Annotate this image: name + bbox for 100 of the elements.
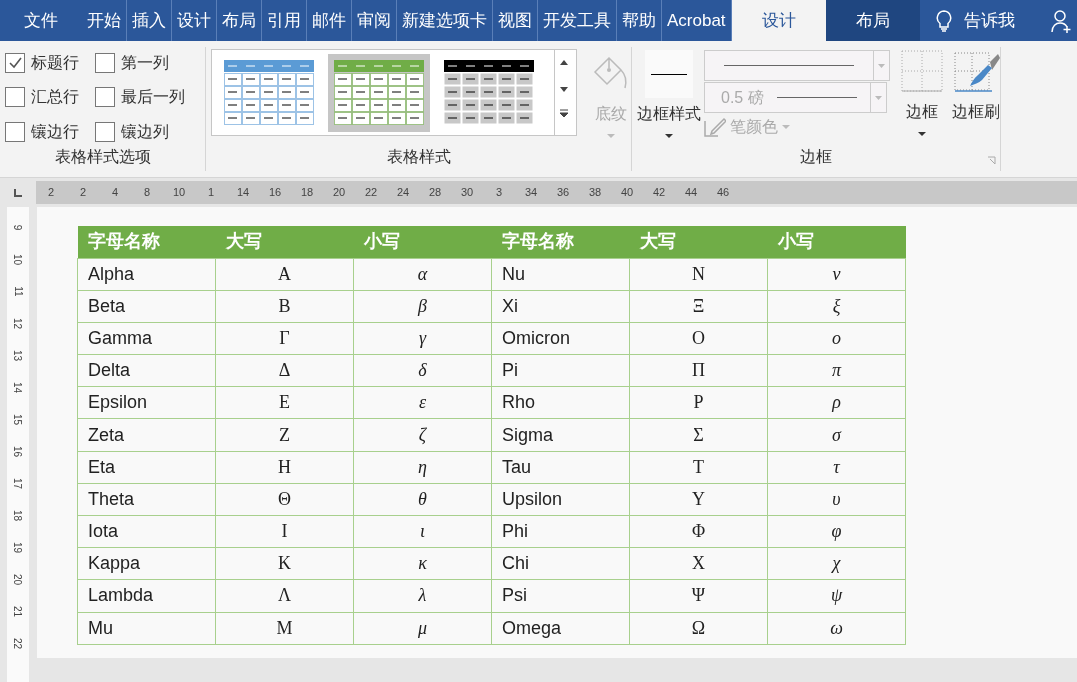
table-cell: γ: [353, 322, 492, 355]
table-cell: Ε: [215, 386, 354, 419]
table-cell: χ: [767, 547, 906, 580]
checkbox[interactable]: [5, 87, 25, 108]
table-cell: Phi: [491, 515, 630, 548]
scroll-down-icon[interactable]: [559, 87, 568, 93]
table-cell: Ψ: [629, 579, 768, 613]
table-cell: Δ: [215, 354, 354, 387]
table-cell: ω: [767, 612, 906, 645]
table-cell: θ: [353, 483, 492, 516]
dropdown-arrow-icon[interactable]: [918, 132, 926, 137]
border-styles-button[interactable]: 边框样式: [637, 102, 701, 126]
table-cell: Π: [629, 354, 768, 387]
tell-me-search[interactable]: 告诉我: [963, 7, 1015, 34]
column-header: 大写: [629, 226, 768, 258]
table-cell: π: [767, 354, 906, 387]
table-cell: Theta: [77, 483, 216, 516]
checkbox[interactable]: [95, 122, 115, 143]
table-cell: Χ: [629, 547, 768, 580]
ruler-number: 12: [11, 317, 25, 330]
table-cell: Ζ: [215, 418, 354, 452]
column-header: 字母名称: [77, 226, 216, 258]
ribbon-tab[interactable]: 文件: [10, 0, 72, 41]
table-cell: σ: [767, 418, 906, 452]
expand-gallery-icon[interactable]: [558, 109, 569, 118]
checkbox-label: 汇总行: [31, 87, 79, 108]
table-cell: α: [353, 258, 492, 291]
table-cell: Ξ: [629, 290, 768, 323]
table-cell: Chi: [491, 547, 630, 580]
table-cell: λ: [353, 579, 492, 613]
checkbox[interactable]: [95, 87, 115, 108]
line-style-swatch[interactable]: [645, 50, 693, 98]
table-cell: Xi: [491, 290, 630, 323]
table-cell: Zeta: [77, 418, 216, 452]
table-cell: ε: [353, 386, 492, 419]
vertical-ruler[interactable]: 9 10 11 12 13 14 15 16 17 18 19 20 21 22: [7, 207, 29, 682]
table-cell: Φ: [629, 515, 768, 548]
checkbox[interactable]: [5, 122, 25, 143]
ruler-number: 16: [11, 445, 25, 458]
ruler-number: 22: [11, 637, 25, 650]
ruler-number: 3: [494, 185, 504, 201]
ruler-number: 18: [300, 185, 314, 201]
table-cell: Iota: [77, 515, 216, 548]
scroll-up-icon[interactable]: [559, 59, 568, 65]
borders-button[interactable]: 边框: [906, 100, 938, 124]
ruler-number: 10: [172, 185, 186, 201]
table-cell: η: [353, 451, 492, 484]
lightbulb-icon[interactable]: [935, 9, 952, 32]
table-cell: υ: [767, 483, 906, 516]
ruler-number: 20: [332, 185, 346, 201]
ruler-number: 1: [206, 185, 216, 201]
table-cell: ξ: [767, 290, 906, 323]
table-cell: Τ: [629, 451, 768, 484]
table-cell: Η: [215, 451, 354, 484]
table-cell: Ρ: [629, 386, 768, 419]
table-cell: Epsilon: [77, 386, 216, 419]
table-cell: Tau: [491, 451, 630, 484]
ruler-number: 34: [524, 185, 538, 201]
ruler-number: 40: [620, 185, 634, 201]
table-cell: μ: [353, 612, 492, 645]
table-cell: Pi: [491, 354, 630, 387]
ruler-number: 16: [268, 185, 282, 201]
table-style-thumbnail[interactable]: [328, 53, 430, 132]
ruler-number: 10: [11, 253, 25, 266]
add-person-icon[interactable]: [1051, 7, 1073, 34]
dropdown-arrow-icon[interactable]: [665, 134, 673, 139]
table-cell: Beta: [77, 290, 216, 323]
ruler-number: 38: [588, 185, 602, 201]
checkbox[interactable]: [95, 52, 115, 73]
ruler-number: 28: [428, 185, 442, 201]
border-painter-button[interactable]: 边框刷: [952, 100, 1000, 124]
group-label: 表格样式: [386, 147, 451, 167]
line-style-dropdown[interactable]: [704, 50, 890, 81]
table-cell: ι: [353, 515, 492, 548]
ruler-number: 19: [11, 541, 25, 554]
table-cell: Ω: [629, 612, 768, 645]
table-cell: Ο: [629, 322, 768, 355]
table-cell: Κ: [215, 547, 354, 580]
ribbon-tab[interactable]: 设计: [731, 0, 826, 41]
table-cell: Sigma: [491, 418, 630, 452]
border-painter-icon[interactable]: [952, 50, 1000, 94]
checkbox-label: 标题行: [31, 52, 79, 73]
table-cell: τ: [767, 451, 906, 484]
ruler-number: 46: [716, 185, 730, 201]
table-cell: Α: [215, 258, 354, 291]
ribbon-tab[interactable]: 布局: [825, 0, 920, 41]
horizontal-ruler[interactable]: 2 2 4 8 10 1 14 16 18 20 22 24 28 30 3 34 36 38 40 42 44 46: [36, 181, 1077, 204]
checkbox-label: 最后一列: [121, 87, 185, 108]
table-cell: κ: [353, 547, 492, 580]
table-cell: Omicron: [491, 322, 630, 355]
table-cell: Σ: [629, 418, 768, 452]
ruler-number: 11: [11, 286, 25, 297]
table-cell: Gamma: [77, 322, 216, 355]
ruler-number: 4: [110, 185, 120, 201]
table-cell: Eta: [77, 451, 216, 484]
checkbox[interactable]: [5, 52, 25, 73]
table-cell: Kappa: [77, 547, 216, 580]
ruler-number: 18: [11, 509, 25, 522]
tab-stop-icon[interactable]: [13, 187, 23, 198]
ruler-number: 9: [11, 224, 25, 231]
